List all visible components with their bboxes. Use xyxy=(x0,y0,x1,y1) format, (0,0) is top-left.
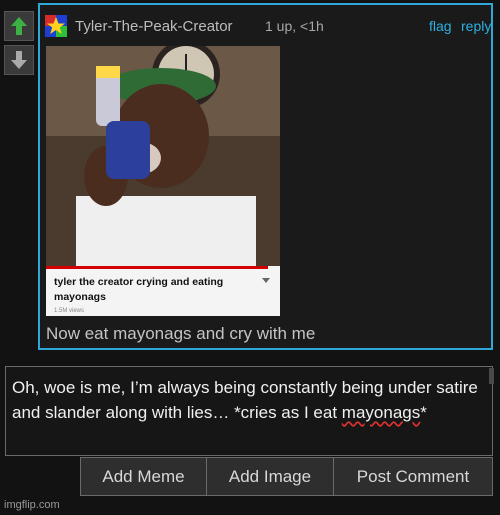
comment-meta: 1 up, <1h xyxy=(265,18,324,34)
add-meme-button[interactable]: Add Meme xyxy=(80,457,207,496)
comment-card: Tyler-The-Peak-Creator 1 up, <1h flag re… xyxy=(38,3,493,350)
upvote-button[interactable] xyxy=(4,11,34,41)
comment-action-buttons: Add Meme Add Image Post Comment xyxy=(80,457,493,496)
video-menu-chevron-icon[interactable] xyxy=(262,278,270,283)
username-link[interactable]: Tyler-The-Peak-Creator xyxy=(75,18,233,35)
avatar[interactable] xyxy=(45,15,67,37)
video-info-bar: tyler the creator crying and eating mayo… xyxy=(46,266,280,316)
comment-caption: Now eat mayonags and cry with me xyxy=(46,324,316,343)
comment-header: Tyler-The-Peak-Creator 1 up, <1h flag re… xyxy=(45,14,491,40)
misspelled-word: mayonags xyxy=(341,403,421,422)
flag-link[interactable]: flag xyxy=(429,18,452,34)
watermark: imgflip.com xyxy=(4,499,60,511)
down-arrow-icon xyxy=(11,51,27,69)
downvote-button[interactable] xyxy=(4,45,34,75)
video-views: 1.5M views xyxy=(54,308,85,314)
textarea-scrollbar[interactable] xyxy=(489,368,494,384)
post-comment-button[interactable]: Post Comment xyxy=(333,457,493,496)
reply-link[interactable]: reply xyxy=(461,18,491,34)
video-title: tyler the creator crying and eating mayo… xyxy=(54,276,224,303)
embedded-video-image[interactable]: tyler the creator crying and eating mayo… xyxy=(46,46,280,316)
add-image-button[interactable]: Add Image xyxy=(206,457,334,496)
reply-text-end: * xyxy=(420,403,427,422)
video-frame xyxy=(46,46,280,266)
up-arrow-icon xyxy=(11,17,27,35)
reply-textarea[interactable]: Oh, woe is me, I’m always being constant… xyxy=(5,366,493,456)
vote-column xyxy=(4,11,34,79)
video-progress-bar xyxy=(46,266,269,269)
